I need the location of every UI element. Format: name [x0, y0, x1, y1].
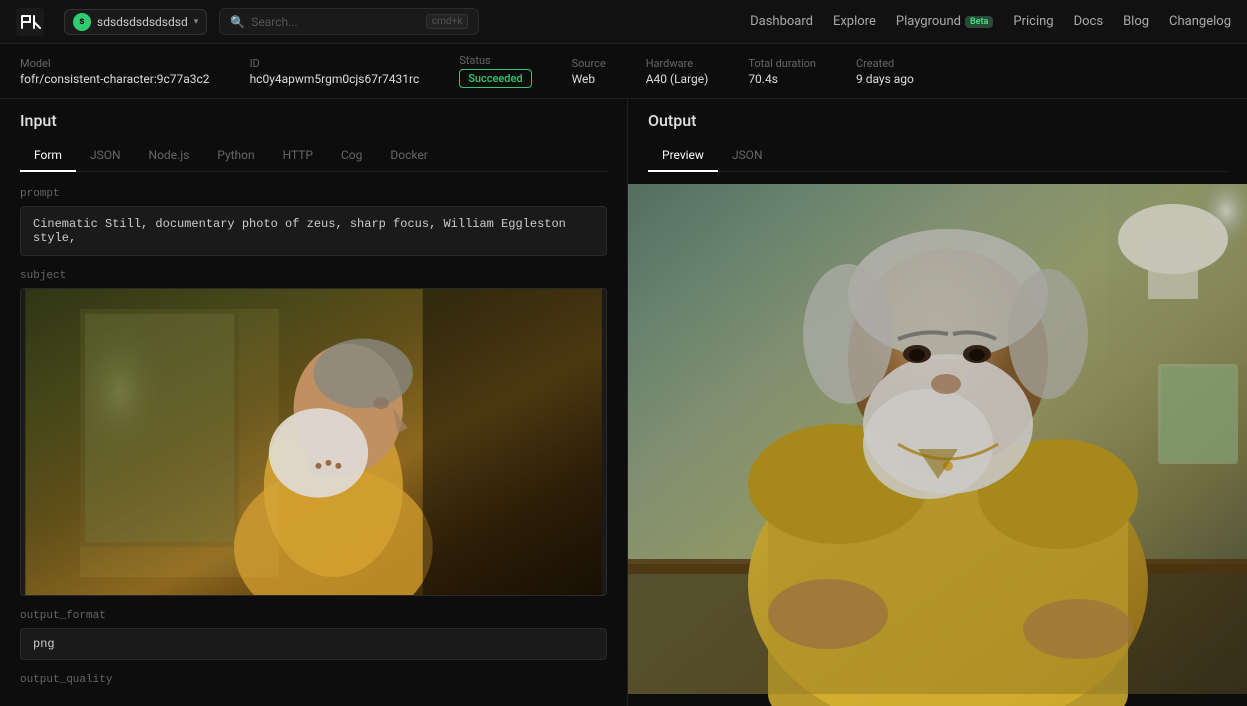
meta-bar: Model fofr/consistent-character:9c77a3c2… — [0, 44, 1247, 99]
subject-image — [21, 289, 606, 595]
output-image — [628, 172, 1247, 706]
meta-duration: Total duration 70.4s — [748, 57, 816, 86]
search-placeholder: Search... — [251, 15, 420, 29]
tab-python[interactable]: Python — [203, 140, 268, 172]
output-panel: Output Preview JSON — [628, 99, 1247, 706]
created-value: 9 days ago — [856, 72, 914, 86]
subject-image-container — [20, 288, 607, 596]
nav-links: Dashboard Explore Playground Beta Pricin… — [750, 14, 1231, 29]
nav-blog[interactable]: Blog — [1123, 14, 1149, 29]
status-badge: Succeeded — [459, 69, 531, 88]
nav-changelog[interactable]: Changelog — [1169, 14, 1231, 29]
output-quality-label: output_quality — [20, 674, 607, 686]
user-menu[interactable]: s sdsdsdsdsdsdsd ▾ — [64, 9, 207, 35]
nav-docs[interactable]: Docs — [1074, 14, 1103, 29]
logo-icon — [16, 8, 44, 36]
tab-cog[interactable]: Cog — [327, 140, 376, 172]
input-panel-title: Input — [20, 111, 607, 130]
status-label: Status — [459, 54, 531, 67]
main-layout: Input Form JSON Node.js Python HTTP Cog … — [0, 99, 1247, 706]
id-label: ID — [250, 57, 420, 70]
meta-created: Created 9 days ago — [856, 57, 914, 86]
search-icon: 🔍 — [230, 15, 245, 29]
tab-form[interactable]: Form — [20, 140, 76, 172]
tab-json[interactable]: JSON — [76, 140, 135, 172]
output-image-container — [628, 172, 1247, 706]
meta-id: ID hc0y4apwm5rgm0cjs67r7431rc — [250, 57, 420, 86]
brand — [16, 8, 44, 36]
search-bar[interactable]: 🔍 Search... cmd+k — [219, 8, 479, 35]
nav-dashboard[interactable]: Dashboard — [750, 14, 813, 29]
meta-model: Model fofr/consistent-character:9c77a3c2 — [20, 57, 210, 86]
user-name-label: sdsdsdsdsdsdsd — [97, 15, 188, 29]
output-panel-header: Output Preview JSON — [628, 99, 1247, 172]
hardware-label: Hardware — [646, 57, 709, 70]
tab-http[interactable]: HTTP — [269, 140, 327, 172]
input-panel: Input Form JSON Node.js Python HTTP Cog … — [0, 99, 628, 706]
meta-hardware: Hardware A40 (Large) — [646, 57, 709, 86]
meta-status: Status Succeeded — [459, 54, 531, 88]
duration-value: 70.4s — [748, 72, 816, 86]
output-format-input[interactable]: png — [20, 628, 607, 660]
source-value: Web — [572, 72, 606, 86]
created-label: Created — [856, 57, 914, 70]
beta-badge: Beta — [965, 16, 993, 28]
tab-docker[interactable]: Docker — [376, 140, 441, 172]
tab-nodejs[interactable]: Node.js — [135, 140, 204, 172]
id-value: hc0y4apwm5rgm0cjs67r7431rc — [250, 72, 420, 86]
user-avatar: s — [73, 13, 91, 31]
output-panel-title: Output — [648, 111, 1227, 130]
model-value: fofr/consistent-character:9c77a3c2 — [20, 72, 210, 86]
input-panel-header: Input Form JSON Node.js Python HTTP Cog … — [0, 99, 627, 172]
subject-label: subject — [20, 270, 607, 282]
duration-label: Total duration — [748, 57, 816, 70]
input-tab-bar: Form JSON Node.js Python HTTP Cog Docker — [20, 140, 607, 172]
navbar: s sdsdsdsdsdsdsd ▾ 🔍 Search... cmd+k Das… — [0, 0, 1247, 44]
prompt-label: prompt — [20, 188, 607, 200]
input-panel-content: prompt Cinematic Still, documentary phot… — [0, 172, 627, 706]
source-label: Source — [572, 57, 606, 70]
output-tab-preview[interactable]: Preview — [648, 140, 718, 172]
output-format-label: output_format — [20, 610, 607, 622]
nav-playground[interactable]: Playground Beta — [896, 14, 994, 29]
chevron-down-icon: ▾ — [194, 17, 199, 27]
nav-pricing[interactable]: Pricing — [1013, 14, 1053, 29]
output-tab-bar: Preview JSON — [648, 140, 1227, 172]
prompt-input[interactable]: Cinematic Still, documentary photo of ze… — [20, 206, 607, 256]
nav-explore[interactable]: Explore — [833, 14, 876, 29]
model-label: Model — [20, 57, 210, 70]
hardware-value: A40 (Large) — [646, 72, 709, 86]
search-kbd: cmd+k — [426, 14, 468, 29]
output-tab-json[interactable]: JSON — [718, 140, 777, 172]
meta-source: Source Web — [572, 57, 606, 86]
